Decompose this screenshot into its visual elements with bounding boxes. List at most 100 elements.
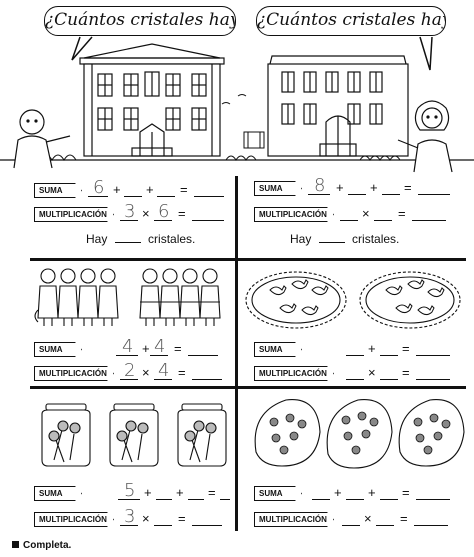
blank[interactable]: [118, 499, 140, 500]
jar-icon: [109, 403, 159, 467]
sum-equation-4: + =: [344, 338, 456, 356]
mult-equation-2: × =: [338, 203, 458, 221]
sum-second-number[interactable]: 4: [154, 338, 165, 356]
blank[interactable]: [414, 525, 448, 526]
suma-label: SUMA: [34, 183, 82, 198]
right-building: [267, 55, 409, 157]
suma-label: SUMA: [254, 342, 302, 357]
blank[interactable]: [154, 220, 172, 221]
blank[interactable]: [188, 355, 218, 356]
mult-equation-4: × =: [344, 362, 456, 380]
sum-equation-1: 6 + + =: [86, 179, 231, 197]
leaf-icon: [398, 399, 465, 467]
leaf-icon: [254, 399, 321, 467]
blank[interactable]: [318, 242, 345, 243]
sum-first-number[interactable]: 8: [314, 177, 325, 195]
blank[interactable]: [416, 499, 450, 500]
child-figure: [97, 268, 119, 326]
mult-equation-6: × =: [340, 508, 456, 526]
blank[interactable]: [120, 220, 138, 221]
sum-first-number[interactable]: 5: [124, 482, 135, 500]
blank[interactable]: [194, 196, 224, 197]
bullet-square-icon: [12, 541, 19, 548]
blank[interactable]: [376, 525, 394, 526]
child-figure: [37, 268, 59, 326]
blank[interactable]: [380, 499, 398, 500]
sum-equation-6: + + =: [310, 482, 460, 500]
blank[interactable]: [412, 220, 446, 221]
left-building: [79, 43, 225, 157]
suma-label: SUMA: [254, 486, 302, 501]
blank[interactable]: [418, 194, 450, 195]
multiplicacion-label: MULTIPLICACIÓN: [34, 512, 114, 527]
child-figure: [57, 268, 79, 326]
blank[interactable]: [312, 499, 330, 500]
child-figure: [159, 268, 181, 326]
multiplicacion-label: MULTIPLICACIÓN: [254, 512, 334, 527]
sum-first-number[interactable]: 4: [122, 338, 133, 356]
sum-equation-3: 4 + 4 =: [114, 338, 224, 356]
lollipop-jars-illustration: [41, 403, 227, 467]
suma-label: SUMA: [34, 486, 82, 501]
blank[interactable]: [380, 379, 398, 380]
blank[interactable]: [114, 242, 141, 243]
suma-label: SUMA: [254, 181, 302, 196]
multiplicacion-label: MULTIPLICACIÓN: [254, 207, 334, 222]
blank[interactable]: [348, 194, 366, 195]
sum-first-number[interactable]: 6: [93, 179, 104, 197]
blank[interactable]: [346, 379, 364, 380]
blank[interactable]: [120, 525, 138, 526]
blank[interactable]: [192, 220, 224, 221]
child-figure: [179, 268, 201, 326]
children-groups-illustration: [34, 268, 221, 326]
blank[interactable]: [308, 194, 330, 195]
jar-icon: [41, 403, 91, 467]
suma-label: SUMA: [34, 342, 82, 357]
mult-first-number[interactable]: 2: [124, 362, 135, 380]
blank[interactable]: [192, 525, 222, 526]
blank[interactable]: [346, 355, 364, 356]
divider-row-2: [30, 386, 466, 389]
mult-equation-5: 3 × =: [118, 508, 230, 526]
blank[interactable]: [157, 196, 175, 197]
blank[interactable]: [124, 196, 142, 197]
footer-instruction: Completa.: [12, 540, 71, 551]
child-figure: [199, 268, 221, 326]
speech-bubble-left: ¿Cuántos cristales hay?: [44, 6, 236, 36]
mult-second-number[interactable]: 4: [158, 362, 169, 380]
multiplicacion-label: MULTIPLICACIÓN: [254, 366, 334, 381]
ponds-illustration: [245, 271, 461, 329]
blank[interactable]: [150, 355, 168, 356]
jar-icon: [177, 403, 227, 467]
mult-first-number[interactable]: 3: [124, 203, 135, 221]
mult-equation-1: 3 × 6 =: [118, 203, 233, 221]
blank[interactable]: [116, 355, 138, 356]
multiplicacion-label: MULTIPLICACIÓN: [34, 366, 114, 381]
mult-second-number[interactable]: 6: [158, 203, 169, 221]
blank[interactable]: [374, 220, 392, 221]
blank[interactable]: [88, 196, 108, 197]
child-figure: [77, 268, 99, 326]
blank[interactable]: [120, 379, 138, 380]
sum-equation-2: 8 + + =: [306, 177, 456, 195]
mult-first-number[interactable]: 3: [124, 508, 135, 526]
divider-row-1: [30, 258, 466, 261]
blank[interactable]: [340, 220, 358, 221]
blank[interactable]: [192, 379, 222, 380]
blank[interactable]: [188, 499, 204, 500]
blank[interactable]: [346, 499, 364, 500]
blank[interactable]: [220, 499, 230, 500]
divider-column: [235, 176, 238, 531]
blank[interactable]: [380, 355, 398, 356]
blank[interactable]: [382, 194, 400, 195]
blank[interactable]: [416, 355, 450, 356]
blank[interactable]: [416, 379, 450, 380]
blank[interactable]: [154, 525, 172, 526]
blank[interactable]: [154, 379, 172, 380]
multiplicacion-label: MULTIPLICACIÓN: [34, 207, 114, 222]
ladybug-leaves-illustration: [254, 399, 465, 469]
sentence-left: Hay cristales.: [86, 232, 196, 246]
blank[interactable]: [156, 499, 172, 500]
blank[interactable]: [342, 525, 360, 526]
child-figure: [139, 268, 161, 326]
